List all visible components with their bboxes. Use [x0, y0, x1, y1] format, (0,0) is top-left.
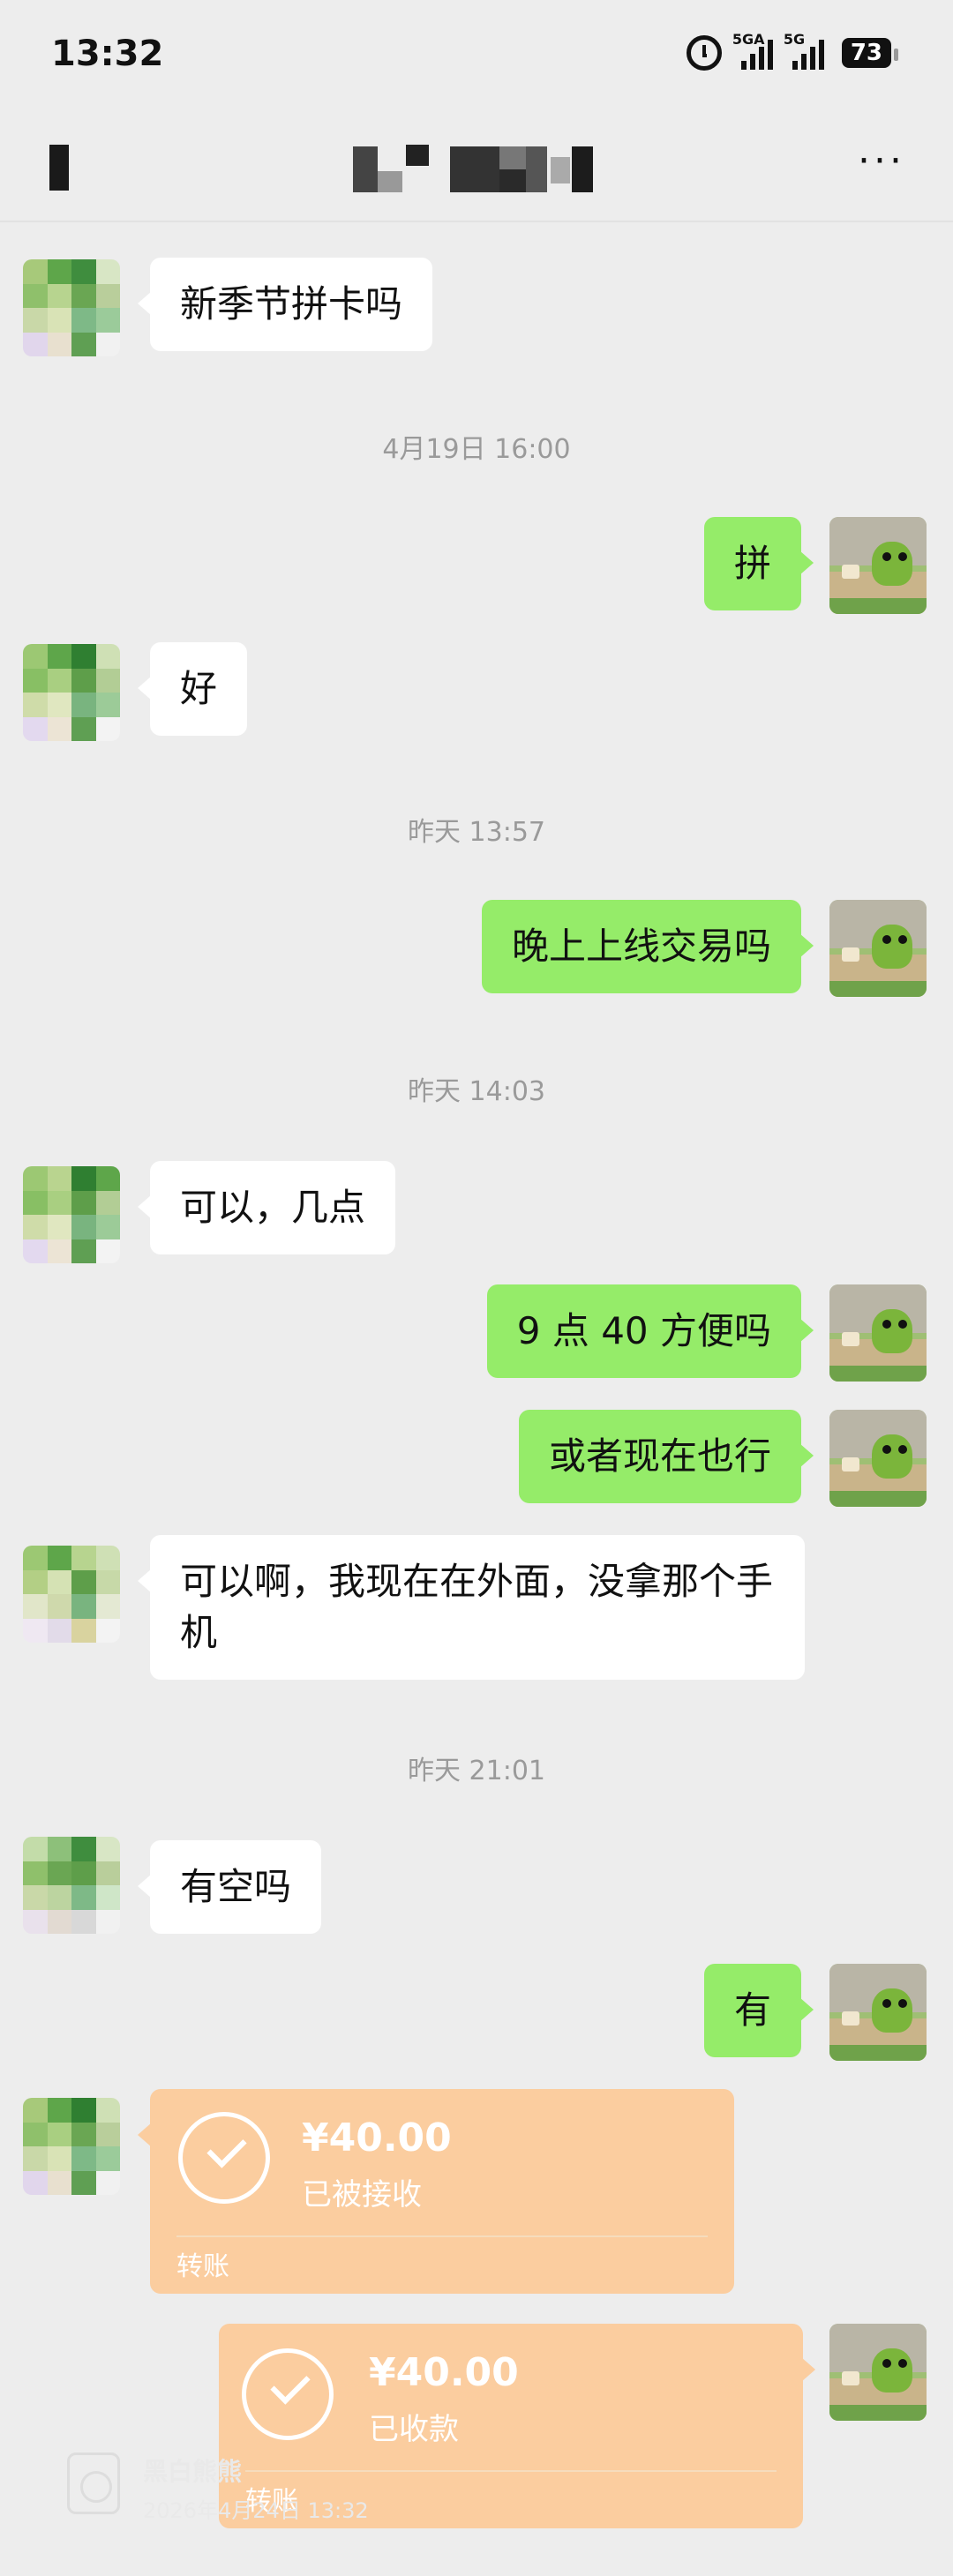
- transfer-card[interactable]: ¥40.00 已被接收 转账: [138, 2089, 734, 2294]
- watermark-logo-icon: [67, 2452, 120, 2514]
- message-bubble-outgoing[interactable]: 有: [703, 1964, 814, 2057]
- alarm-icon: [686, 35, 722, 71]
- message-bubble-incoming[interactable]: 可以啊，我现在在外面，没拿那个手机: [138, 1535, 805, 1680]
- transfer-label: 转账: [176, 2251, 229, 2282]
- more-options-icon[interactable]: ···: [858, 142, 905, 181]
- contact-avatar[interactable]: [23, 1837, 120, 1934]
- contact-avatar[interactable]: [23, 1546, 120, 1643]
- message-bubble-outgoing[interactable]: 拼: [703, 517, 814, 610]
- battery-icon: 73: [841, 38, 899, 68]
- watermark-name: 黑白熊熊: [143, 2457, 243, 2486]
- network-type-label: 5G: [783, 31, 806, 48]
- signal-5ga-icon: 5GA: [732, 31, 773, 70]
- my-avatar[interactable]: [829, 900, 927, 997]
- signal-5g-icon: 5G: [784, 31, 824, 70]
- my-avatar[interactable]: [829, 517, 927, 614]
- transfer-amount: ¥40.00: [369, 2350, 519, 2395]
- transfer-divider: [245, 2470, 777, 2472]
- transfer-status: 已被接收: [302, 2177, 422, 2213]
- watermark-time: 2026年4月24日 13:32: [143, 2498, 369, 2523]
- timestamp: 4月19日 16:00: [382, 434, 571, 465]
- message-bubble-incoming[interactable]: 可以，几点: [137, 1161, 396, 1254]
- contact-avatar[interactable]: [23, 1166, 120, 1263]
- message-bubble-incoming[interactable]: 有空吗: [137, 1840, 322, 1934]
- contact-avatar[interactable]: [23, 644, 120, 741]
- transfer-divider: [176, 2235, 708, 2237]
- check-circle-icon: [242, 2348, 334, 2440]
- check-circle-icon: [178, 2112, 270, 2204]
- contact-avatar[interactable]: [23, 259, 120, 356]
- message-bubble-outgoing[interactable]: 9 点 40 方便吗: [486, 1284, 814, 1378]
- timestamp: 昨天 13:57: [408, 817, 545, 848]
- my-avatar[interactable]: [829, 2324, 927, 2421]
- status-bar: 13:32 5GA 5G 73: [0, 0, 953, 106]
- status-icons: 5GA 5G 73: [686, 31, 899, 71]
- transfer-status: 已收款: [369, 2412, 459, 2447]
- status-time: 13:32: [51, 34, 164, 74]
- header-divider: [0, 221, 953, 222]
- back-icon[interactable]: [49, 145, 69, 191]
- message-bubble-outgoing[interactable]: 或者现在也行: [518, 1410, 814, 1503]
- timestamp: 昨天 14:03: [408, 1076, 545, 1107]
- message-bubble-incoming[interactable]: 好: [137, 642, 248, 736]
- my-avatar[interactable]: [829, 1284, 927, 1382]
- my-avatar[interactable]: [829, 1410, 927, 1507]
- network-type-label: 5GA: [732, 31, 765, 48]
- timestamp: 昨天 21:01: [408, 1756, 545, 1786]
- transfer-amount: ¥40.00: [302, 2115, 452, 2160]
- my-avatar[interactable]: [829, 1964, 927, 2061]
- message-bubble-outgoing[interactable]: 晚上上线交易吗: [481, 900, 814, 993]
- message-bubble-incoming[interactable]: 新季节拼卡吗: [137, 258, 433, 351]
- contact-avatar[interactable]: [23, 2098, 120, 2195]
